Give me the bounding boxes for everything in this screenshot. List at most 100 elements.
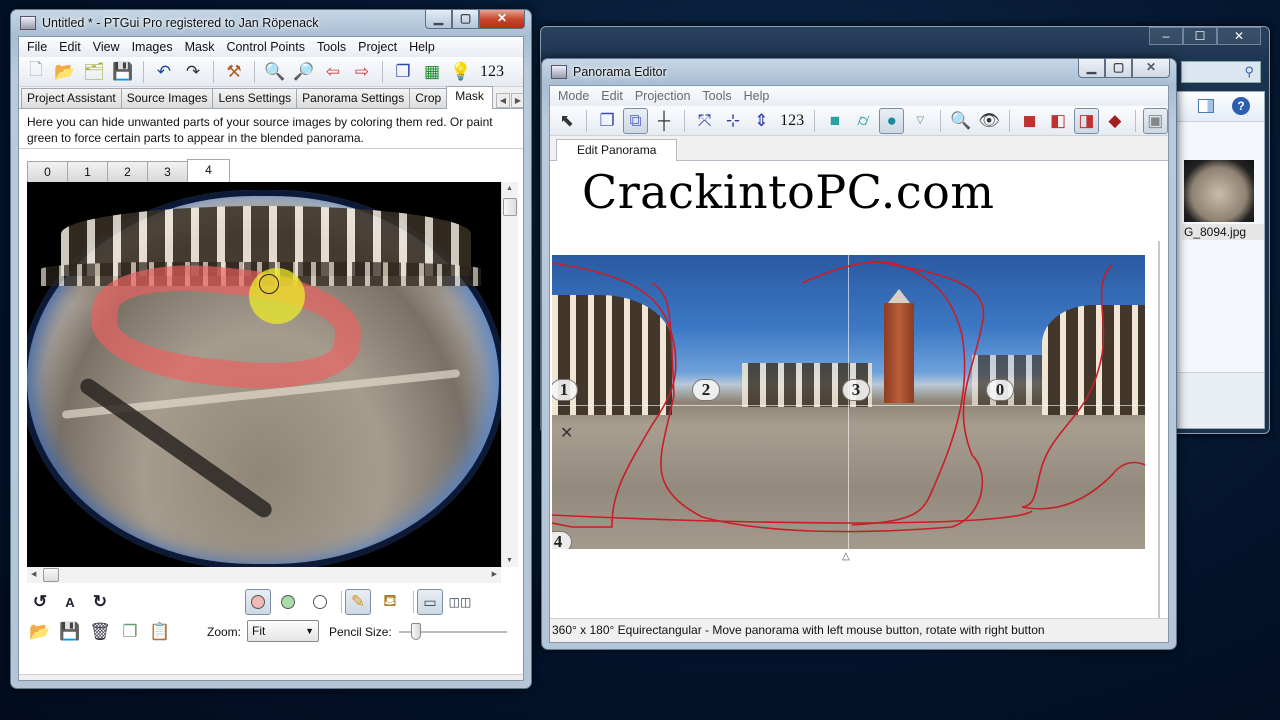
- zoom-select[interactable]: Fit ▼: [247, 620, 319, 642]
- help-icon[interactable]: ?: [1232, 97, 1250, 115]
- tab-scroll-right-button[interactable]: ▶: [510, 93, 523, 108]
- blend-mode-2-icon[interactable]: ◧: [1045, 108, 1070, 134]
- zoom-out-icon[interactable]: 🔎: [291, 59, 317, 85]
- menu-file[interactable]: File: [21, 40, 53, 54]
- vertical-fov-slider[interactable]: [1158, 241, 1160, 642]
- menu-images[interactable]: Images: [126, 40, 179, 54]
- previous-icon[interactable]: ⇦: [320, 59, 346, 85]
- scroll-right-arrow[interactable]: ▶: [492, 570, 497, 578]
- image-marker-3[interactable]: 3: [842, 379, 870, 401]
- tab-crop[interactable]: Crop: [409, 88, 448, 108]
- image-marker-2[interactable]: 2: [692, 379, 720, 401]
- new-project-icon[interactable]: 🗋: [23, 59, 49, 85]
- panorama-canvas[interactable]: CrackintoPC.com 1 2 3 0 4 ✕ △: [550, 160, 1168, 642]
- copy-mask-icon[interactable]: ❐: [117, 619, 143, 645]
- preview-pane-icon[interactable]: [1198, 99, 1214, 113]
- edit-individual-images-icon[interactable]: ❐: [594, 108, 619, 134]
- menu-view[interactable]: View: [87, 40, 126, 54]
- minimize-button[interactable]: –: [1149, 27, 1183, 45]
- tab-source-images[interactable]: Source Images: [120, 88, 214, 108]
- menu-control-points[interactable]: Control Points: [220, 40, 311, 54]
- maximize-button[interactable]: ▢: [452, 10, 479, 29]
- zoom-in-icon[interactable]: 🔍: [262, 59, 288, 85]
- image-tab-1[interactable]: 1: [67, 161, 108, 182]
- preview-eye-icon[interactable]: 👁: [976, 108, 1001, 134]
- center-marker-icon[interactable]: △: [842, 551, 850, 562]
- close-button[interactable]: ✕: [479, 10, 525, 29]
- scroll-thumb[interactable]: [43, 568, 59, 582]
- split-view-icon[interactable]: ◫◫: [447, 589, 473, 615]
- show-seams-icon[interactable]: ◨: [1073, 107, 1100, 134]
- file-thumbnail[interactable]: [1184, 160, 1254, 222]
- horizon-line-icon[interactable]: ┼: [651, 108, 676, 134]
- select-cursor-icon[interactable]: ⬉: [554, 108, 579, 134]
- red-color-button[interactable]: [245, 589, 271, 615]
- mask-image-canvas[interactable]: [27, 182, 501, 567]
- panorama-editor-title-bar[interactable]: Panorama Editor: [549, 59, 1169, 85]
- cylindrical-projection-icon[interactable]: ⌭: [851, 108, 876, 134]
- load-images-icon[interactable]: 🗂: [81, 59, 107, 85]
- close-button[interactable]: ✕: [1132, 59, 1170, 78]
- tab-lens-settings[interactable]: Lens Settings: [212, 88, 298, 108]
- menu-edit[interactable]: Edit: [53, 40, 87, 54]
- rotate-right-icon[interactable]: ↻: [87, 589, 113, 615]
- tab-scroll-left-button[interactable]: ◀: [495, 93, 510, 108]
- undo-icon[interactable]: ↶: [151, 59, 177, 85]
- maximize-button[interactable]: ▢: [1105, 59, 1132, 78]
- single-view-icon[interactable]: ▭: [417, 589, 443, 615]
- spherical-projection-icon[interactable]: ●: [879, 107, 905, 134]
- scroll-up-arrow[interactable]: ▲: [506, 185, 513, 192]
- next-icon[interactable]: ⇨: [349, 59, 375, 85]
- green-color-button[interactable]: [275, 589, 301, 615]
- pencil-size-slider[interactable]: [399, 623, 507, 640]
- close-button[interactable]: ✕: [1217, 27, 1261, 45]
- clear-color-button[interactable]: [307, 589, 333, 615]
- menu-tools[interactable]: Tools: [311, 40, 352, 54]
- tab-panorama-settings[interactable]: Panorama Settings: [296, 88, 411, 108]
- panorama-preview[interactable]: 1 2 3 0 4 ✕: [552, 255, 1145, 549]
- zoom-icon[interactable]: 🔍: [948, 108, 973, 134]
- tools-icon[interactable]: ⚒: [221, 59, 247, 85]
- vertical-scrollbar[interactable]: ▲ ▼: [501, 182, 518, 567]
- straighten-icon[interactable]: ⇕: [749, 108, 774, 134]
- scroll-down-arrow[interactable]: ▼: [506, 557, 513, 564]
- scroll-thumb[interactable]: [503, 198, 517, 216]
- load-mask-icon[interactable]: 📂: [27, 619, 53, 645]
- tab-mask[interactable]: Mask: [446, 86, 493, 109]
- minimize-button[interactable]: ▁: [1078, 59, 1105, 78]
- menu-help[interactable]: Help: [738, 89, 776, 103]
- menu-edit[interactable]: Edit: [595, 89, 629, 103]
- pencil-tool-icon[interactable]: ✎: [345, 589, 371, 615]
- explorer-search-box[interactable]: ⚲: [1181, 61, 1261, 83]
- image-marker-0[interactable]: 0: [986, 379, 1014, 401]
- scroll-left-arrow[interactable]: ◀: [31, 570, 36, 578]
- fill-tool-icon[interactable]: ⛾: [377, 589, 403, 615]
- image-tab-4[interactable]: 4: [187, 159, 230, 182]
- edit-panorama-icon[interactable]: ⧉: [622, 107, 649, 134]
- menu-projection[interactable]: Projection: [629, 89, 697, 103]
- table-icon[interactable]: ▦: [419, 59, 445, 85]
- image-marker-1[interactable]: 1: [552, 379, 578, 401]
- image-tab-3[interactable]: 3: [147, 161, 188, 182]
- tab-project-assistant[interactable]: Project Assistant: [21, 88, 122, 108]
- menu-project[interactable]: Project: [352, 40, 403, 54]
- save-mask-icon[interactable]: 💾: [57, 619, 83, 645]
- menu-mode[interactable]: Mode: [552, 89, 595, 103]
- projection-dropdown-icon[interactable]: ▽: [907, 108, 932, 134]
- panorama-editor-icon[interactable]: ❐: [390, 59, 416, 85]
- maximize-button[interactable]: ☐: [1183, 27, 1217, 45]
- image-tab-0[interactable]: 0: [27, 161, 68, 182]
- delete-mask-icon[interactable]: 🗑: [87, 619, 113, 645]
- tab-edit-panorama[interactable]: Edit Panorama: [556, 139, 678, 161]
- horizontal-scrollbar[interactable]: ◀ ▶: [27, 567, 501, 583]
- image-marker-4[interactable]: 4: [552, 531, 572, 549]
- fit-panorama-icon[interactable]: ⤧: [692, 108, 717, 134]
- menu-help[interactable]: Help: [403, 40, 441, 54]
- menu-tools[interactable]: Tools: [696, 89, 737, 103]
- numbers-button[interactable]: 123: [477, 63, 507, 81]
- blend-mode-4-icon[interactable]: ◆: [1102, 108, 1127, 134]
- image-tab-2[interactable]: 2: [107, 161, 148, 182]
- save-icon[interactable]: 💾: [110, 59, 136, 85]
- auto-mask-icon[interactable]: A: [57, 589, 83, 615]
- file-name[interactable]: G_8094.jpg: [1182, 224, 1264, 240]
